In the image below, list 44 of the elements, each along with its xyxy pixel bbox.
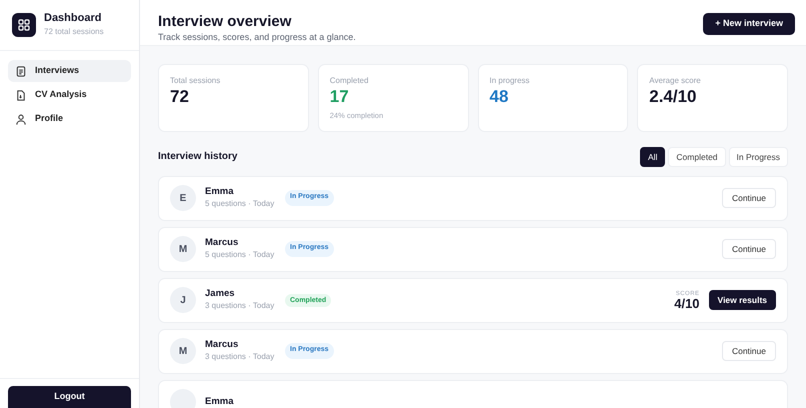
stat-label: Completed	[330, 74, 370, 86]
filter-tab[interactable]: All	[640, 146, 666, 167]
stat-label: Total sessions	[170, 74, 222, 86]
avatar: M	[170, 338, 196, 364]
continue-button[interactable]: Continue	[722, 188, 776, 208]
filter-tab[interactable]: In Progress	[728, 146, 788, 167]
stat-value: 17	[330, 86, 350, 107]
stat-value: 48	[490, 86, 510, 107]
new-interview-button[interactable]: + New interview	[703, 13, 795, 35]
session-count: 72 total sessions	[44, 26, 104, 38]
session-meta: 3 questions · Today	[205, 351, 276, 364]
session-meta: 3 questions · Today	[205, 300, 276, 312]
candidate-name: Emma	[205, 396, 235, 408]
session-meta: 5 questions · Today	[205, 249, 276, 262]
app-title: Dashboard	[44, 12, 102, 26]
page-title: Interview overview	[158, 13, 292, 31]
stat-value: 72	[170, 86, 190, 107]
person-icon	[15, 112, 27, 126]
nav-item[interactable]: Profile	[8, 108, 131, 130]
file-icon	[15, 88, 27, 102]
continue-button[interactable]: Continue	[722, 341, 776, 362]
candidate-name: Emma	[205, 186, 235, 198]
nav-item[interactable]: Interviews	[8, 60, 131, 82]
history-row[interactable]: Emma	[158, 380, 788, 408]
stat-label: Average score	[649, 74, 702, 86]
document-icon	[15, 64, 27, 78]
nav-item[interactable]: CV Analysis	[8, 84, 131, 106]
avatar: E	[170, 185, 196, 212]
score-value: 4/10	[674, 296, 700, 310]
section-title: Interview history	[158, 150, 238, 164]
filter-tab[interactable]: Completed	[668, 146, 726, 167]
page-subtitle: Track sessions, scores, and progress at a glance.	[158, 31, 356, 44]
avatar: J	[170, 287, 196, 314]
stat-label: In progress	[490, 74, 531, 86]
app-logo-icon	[12, 13, 36, 37]
continue-button[interactable]: Continue	[722, 239, 776, 260]
session-meta: 5 questions · Today	[205, 198, 276, 210]
avatar: M	[170, 236, 196, 262]
candidate-name: James	[205, 288, 236, 300]
candidate-name: Marcus	[205, 339, 240, 352]
logout-button[interactable]: Logout	[8, 386, 131, 408]
stat-value: 2.4/10	[649, 86, 698, 107]
candidate-name: Marcus	[205, 237, 240, 250]
view-results-button[interactable]: View results	[708, 290, 776, 310]
